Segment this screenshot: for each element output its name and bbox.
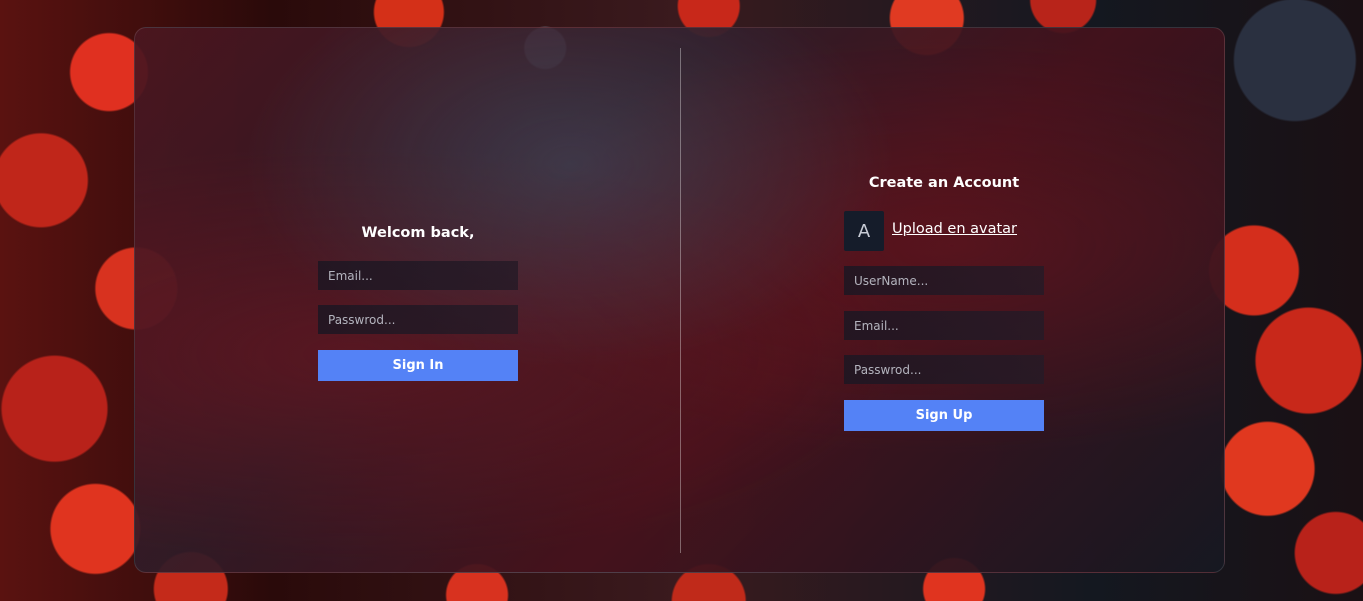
signup-password-input[interactable] xyxy=(844,355,1044,384)
sign-in-button[interactable]: Sign In xyxy=(318,350,518,381)
signup-email-input[interactable] xyxy=(844,311,1044,340)
login-title: Welcom back, xyxy=(361,225,475,241)
auth-card: Welcom back, Sign In Create an Account A… xyxy=(134,27,1225,573)
section-divider xyxy=(680,48,681,553)
signup-title: Create an Account xyxy=(868,175,1020,191)
sign-up-button[interactable]: Sign Up xyxy=(844,400,1044,431)
avatar-letter: A xyxy=(857,220,871,242)
upload-avatar-link[interactable]: Upload en avatar xyxy=(892,221,1017,237)
avatar-placeholder[interactable]: A xyxy=(844,211,884,251)
login-email-input[interactable] xyxy=(318,261,518,290)
signup-username-input[interactable] xyxy=(844,266,1044,295)
login-password-input[interactable] xyxy=(318,305,518,334)
